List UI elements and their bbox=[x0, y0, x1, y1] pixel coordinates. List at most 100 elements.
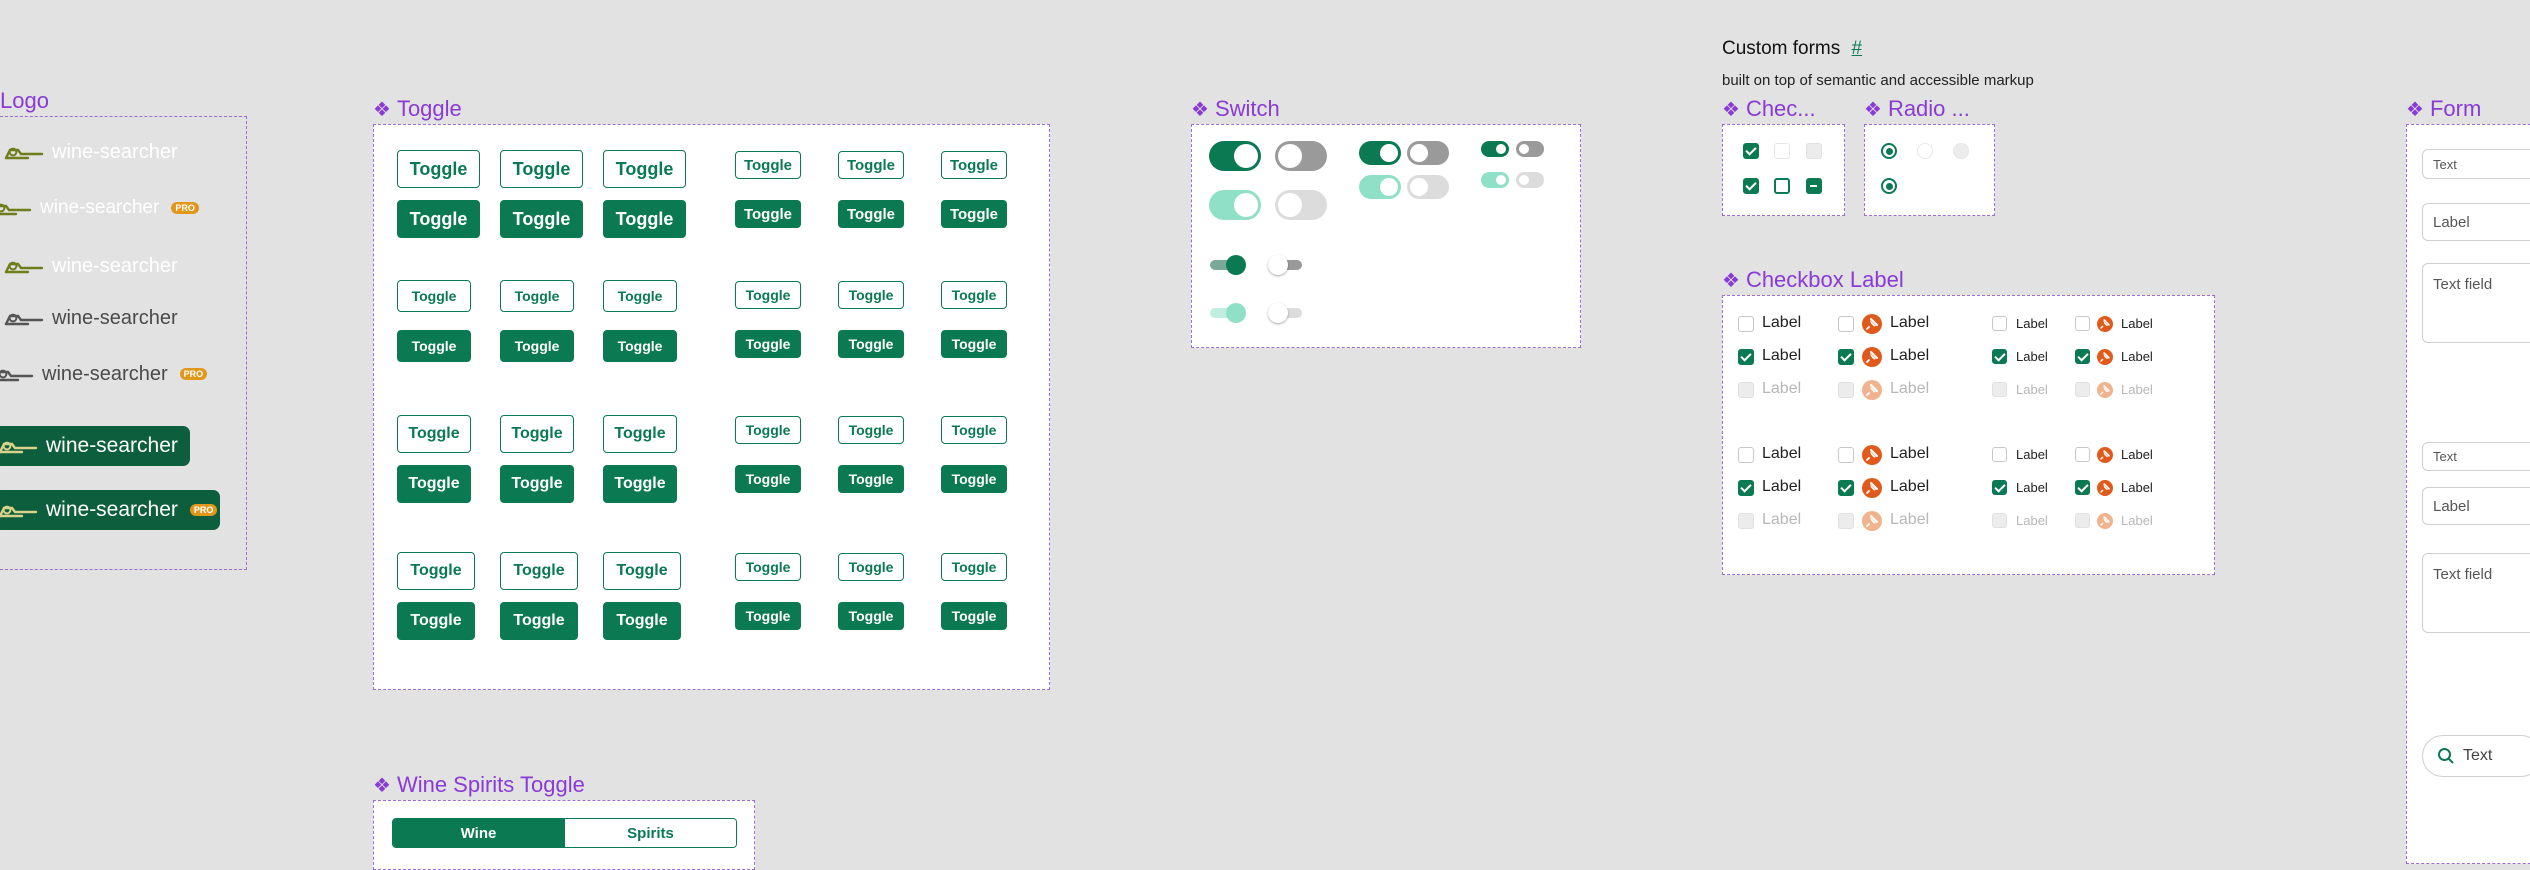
switch-on[interactable] bbox=[1481, 172, 1509, 188]
switch-off[interactable] bbox=[1407, 141, 1449, 165]
toggle-outline-small[interactable]: Toggle bbox=[735, 151, 801, 179]
switch-slim-off[interactable] bbox=[1268, 303, 1308, 323]
label-input[interactable]: Label bbox=[2422, 487, 2530, 525]
switch-on[interactable] bbox=[1359, 141, 1401, 165]
toggle-filled-small[interactable]: Toggle bbox=[838, 330, 904, 358]
toggle-outline[interactable]: Toggle bbox=[603, 150, 686, 188]
switch-on[interactable] bbox=[1481, 141, 1509, 157]
checkbox-checked[interactable] bbox=[1838, 349, 1854, 365]
toggle-filled[interactable]: Toggle bbox=[397, 602, 475, 640]
toggle-outline-small[interactable]: Toggle bbox=[838, 553, 904, 581]
toggle-filled[interactable]: Toggle bbox=[603, 200, 686, 238]
wine-toggle-button[interactable]: Wine bbox=[393, 819, 564, 847]
toggle-filled-small[interactable]: Toggle bbox=[941, 465, 1007, 493]
toggle-filled-small[interactable]: Toggle bbox=[941, 200, 1007, 228]
checkbox-checked[interactable] bbox=[1838, 480, 1854, 496]
toggle-outline[interactable]: Toggle bbox=[397, 552, 475, 590]
toggle-filled-small[interactable]: Toggle bbox=[735, 200, 801, 228]
toggle-filled[interactable]: Toggle bbox=[397, 465, 471, 503]
toggle-outline[interactable]: Toggle bbox=[500, 280, 574, 312]
switch-on[interactable] bbox=[1209, 141, 1261, 171]
switch-slim-on[interactable] bbox=[1210, 255, 1250, 275]
toggle-filled-small[interactable]: Toggle bbox=[941, 602, 1007, 630]
toggle-outline-small[interactable]: Toggle bbox=[941, 151, 1007, 179]
textarea-field[interactable]: Text field bbox=[2422, 553, 2530, 633]
text-input-small[interactable]: Text bbox=[2422, 442, 2530, 471]
checkbox-focused[interactable] bbox=[1774, 178, 1790, 194]
toggle-filled-small[interactable]: Toggle bbox=[838, 200, 904, 228]
toggle-outline[interactable]: Toggle bbox=[500, 415, 574, 453]
text-input-small[interactable]: Text bbox=[2422, 149, 2530, 179]
checkbox-checked[interactable] bbox=[1743, 178, 1759, 194]
toggle-filled[interactable]: Toggle bbox=[500, 200, 583, 238]
toggle-filled[interactable]: Toggle bbox=[500, 602, 578, 640]
checkbox-unchecked[interactable] bbox=[1838, 316, 1854, 332]
textarea-field[interactable]: Text field bbox=[2422, 263, 2530, 343]
toggle-outline[interactable]: Toggle bbox=[500, 552, 578, 590]
toggle-outline-small[interactable]: Toggle bbox=[735, 416, 801, 444]
toggle-outline-small[interactable]: Toggle bbox=[735, 553, 801, 581]
checkbox-unchecked[interactable] bbox=[1838, 447, 1854, 463]
toggle-outline-small[interactable]: Toggle bbox=[838, 416, 904, 444]
toggle-outline-small[interactable]: Toggle bbox=[941, 281, 1007, 309]
toggle-filled-small[interactable]: Toggle bbox=[838, 465, 904, 493]
switch-off[interactable] bbox=[1516, 141, 1544, 157]
toggle-filled-small[interactable]: Toggle bbox=[838, 602, 904, 630]
toggle-outline-small[interactable]: Toggle bbox=[838, 281, 904, 309]
toggle-filled[interactable]: Toggle bbox=[397, 200, 480, 238]
label-input[interactable]: Label bbox=[2422, 203, 2530, 241]
checkbox-indeterminate[interactable] bbox=[1806, 178, 1822, 194]
switch-off[interactable] bbox=[1275, 141, 1327, 171]
toggle-outline[interactable]: Toggle bbox=[603, 415, 677, 453]
toggle-outline[interactable]: Toggle bbox=[397, 415, 471, 453]
switch-slim-off[interactable] bbox=[1268, 255, 1308, 275]
checkbox-unchecked[interactable] bbox=[1738, 447, 1754, 463]
toggle-filled-small[interactable]: Toggle bbox=[941, 330, 1007, 358]
toggle-outline[interactable]: Toggle bbox=[397, 150, 480, 188]
checkbox-checked[interactable] bbox=[1743, 143, 1759, 159]
toggle-outline-small[interactable]: Toggle bbox=[838, 151, 904, 179]
toggle-filled[interactable]: Toggle bbox=[500, 465, 574, 503]
radio-selected[interactable] bbox=[1881, 143, 1897, 159]
checkbox-checked[interactable] bbox=[1992, 480, 2007, 495]
switch-off[interactable] bbox=[1516, 172, 1544, 188]
checkbox-checked[interactable] bbox=[1738, 349, 1754, 365]
section-label: Switch bbox=[1214, 96, 1280, 121]
switch-knob bbox=[1410, 144, 1428, 162]
switch-on[interactable] bbox=[1359, 175, 1401, 199]
toggle-filled[interactable]: Toggle bbox=[603, 602, 681, 640]
toggle-filled-small[interactable]: Toggle bbox=[735, 465, 801, 493]
checkbox-unchecked[interactable] bbox=[2075, 447, 2090, 462]
checkbox-checked[interactable] bbox=[1992, 349, 2007, 364]
switch-off[interactable] bbox=[1275, 190, 1327, 220]
toggle-outline-small[interactable]: Toggle bbox=[941, 416, 1007, 444]
checkbox-checked[interactable] bbox=[1738, 480, 1754, 496]
checkbox-checked[interactable] bbox=[2075, 349, 2090, 364]
toggle-filled[interactable]: Toggle bbox=[500, 330, 574, 362]
toggle-outline[interactable]: Toggle bbox=[397, 280, 471, 312]
anchor-link[interactable]: # bbox=[1852, 38, 1863, 59]
radio-unselected[interactable] bbox=[1917, 143, 1933, 159]
toggle-outline[interactable]: Toggle bbox=[603, 552, 681, 590]
checkbox-unchecked[interactable] bbox=[1992, 447, 2007, 462]
checkbox-unchecked[interactable] bbox=[1774, 143, 1790, 159]
toggle-filled-small[interactable]: Toggle bbox=[735, 602, 801, 630]
toggle-outline-small[interactable]: Toggle bbox=[735, 281, 801, 309]
toggle-filled[interactable]: Toggle bbox=[397, 330, 471, 362]
checkbox-unchecked[interactable] bbox=[1738, 316, 1754, 332]
checkbox-unchecked[interactable] bbox=[2075, 316, 2090, 331]
switch-off[interactable] bbox=[1407, 175, 1449, 199]
spirits-toggle-button[interactable]: Spirits bbox=[564, 819, 736, 847]
checkbox-checked[interactable] bbox=[2075, 480, 2090, 495]
switch-slim-on[interactable] bbox=[1210, 303, 1250, 323]
toggle-filled[interactable]: Toggle bbox=[603, 330, 677, 362]
toggle-outline-small[interactable]: Toggle bbox=[941, 553, 1007, 581]
switch-on[interactable] bbox=[1209, 190, 1261, 220]
toggle-outline[interactable]: Toggle bbox=[603, 280, 677, 312]
toggle-filled-small[interactable]: Toggle bbox=[735, 330, 801, 358]
radio-selected[interactable] bbox=[1881, 178, 1897, 194]
toggle-filled[interactable]: Toggle bbox=[603, 465, 677, 503]
checkbox-unchecked[interactable] bbox=[1992, 316, 2007, 331]
toggle-outline[interactable]: Toggle bbox=[500, 150, 583, 188]
search-input[interactable]: Text bbox=[2422, 735, 2530, 777]
